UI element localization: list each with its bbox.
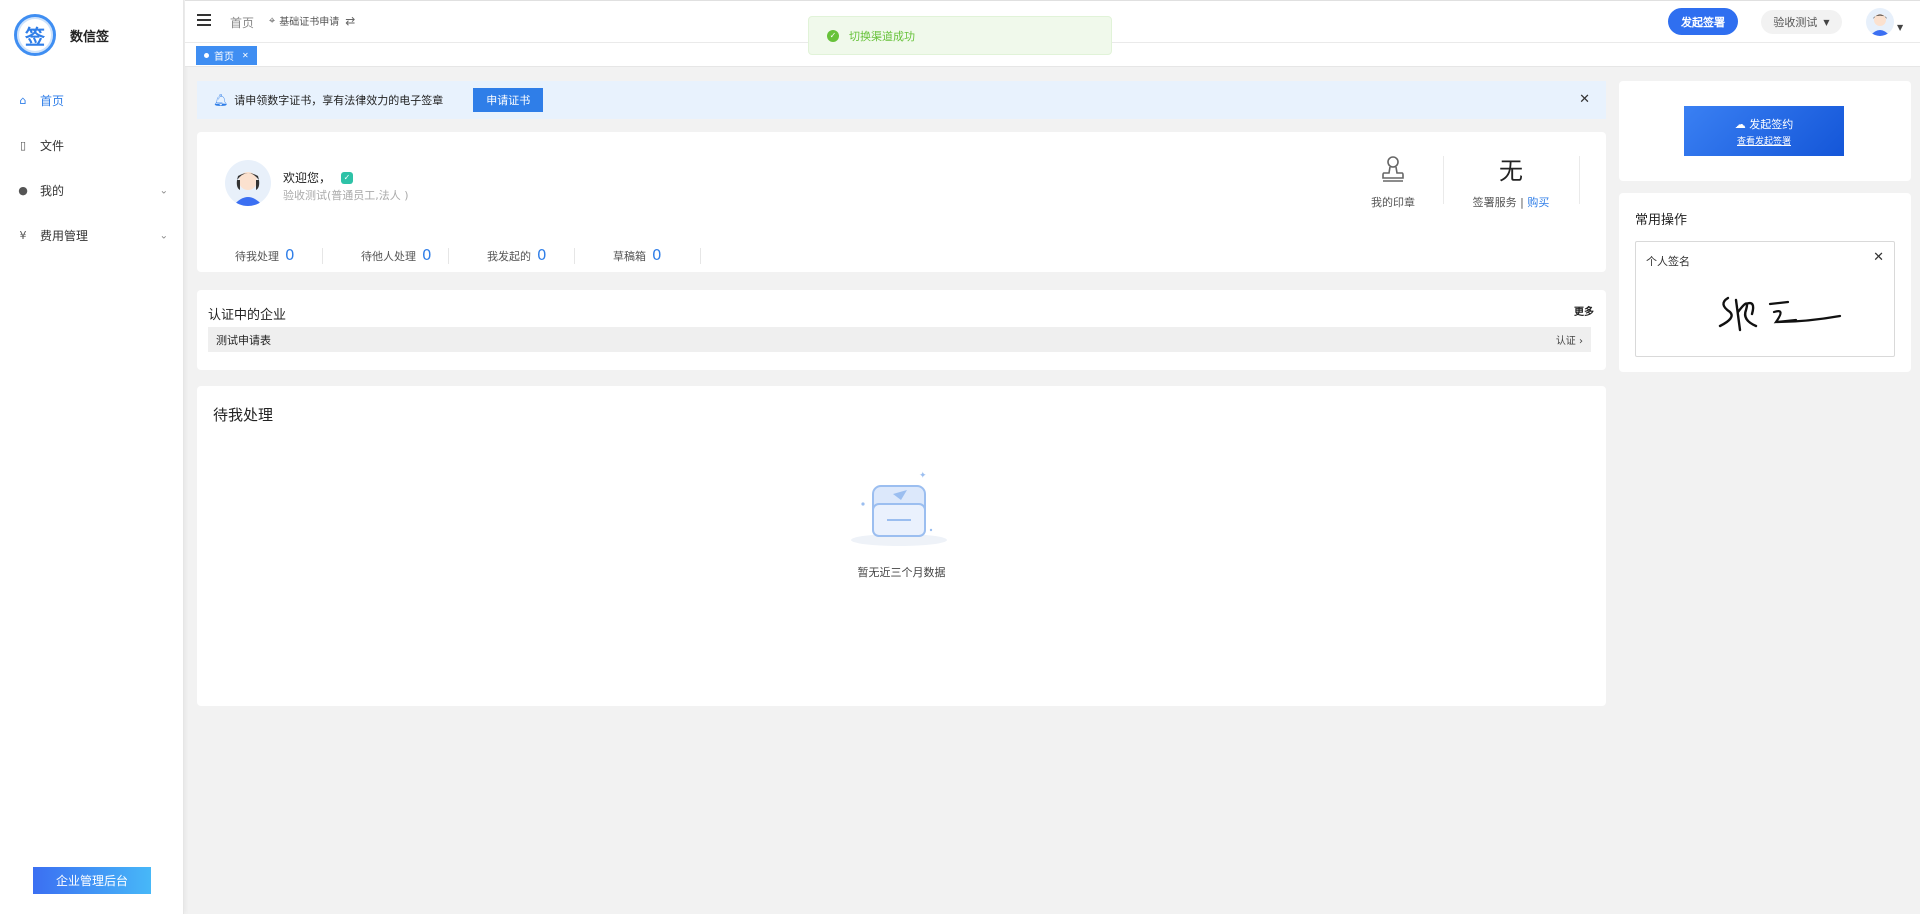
sidebar-item-label: 首页 bbox=[40, 94, 65, 108]
welcome-card: 欢迎您， ✓ 验收测试(普通员工,法人 ) 待我处理 0 待他人处理 0 我发起… bbox=[197, 132, 1606, 272]
logo-icon: 签 bbox=[14, 14, 56, 56]
location-label: 基础证书申请 bbox=[279, 17, 340, 28]
signature-label: 个人签名 bbox=[1646, 255, 1690, 268]
empty-state-illustration: ✦ bbox=[839, 464, 959, 554]
app-name: 数信签 bbox=[70, 29, 110, 45]
enterprise-row[interactable]: 测试申请表 认证 › bbox=[208, 327, 1591, 352]
launch-sign-button[interactable]: 发起签署 bbox=[1668, 8, 1738, 35]
common-ops-card: 常用操作 个人签名 ✕ bbox=[1619, 193, 1911, 372]
sidebar-item-label: 费用管理 bbox=[40, 229, 89, 243]
tab-label: 首页 bbox=[214, 52, 234, 63]
service-label: 签署服务 | bbox=[1472, 196, 1528, 209]
stats-row: 待我处理 0 待他人处理 0 我发起的 0 草稿箱 0 bbox=[197, 246, 701, 264]
apply-certificate-button[interactable]: 申请证书 bbox=[473, 88, 544, 112]
switch-icon[interactable]: ⇄ bbox=[345, 14, 355, 28]
user-dropdown[interactable]: 验收测试 ▼ bbox=[1761, 10, 1842, 34]
view-launched-link[interactable]: 查看发起签署 bbox=[1737, 134, 1791, 147]
sidebar-item-fees[interactable]: ¥ 费用管理 ⌄ bbox=[0, 213, 184, 258]
close-icon[interactable]: ✕ bbox=[1579, 92, 1590, 107]
menu-toggle-icon[interactable] bbox=[197, 14, 211, 26]
launch-contract-button[interactable]: ☁ 发起签约 查看发起签署 bbox=[1684, 106, 1844, 156]
sidebar: 签 数信签 ⌂ 首页 ▯ 文件 ● 我的 ⌄ ¥ 费用管理 ⌄ 企业管理后台 bbox=[0, 0, 184, 914]
home-icon: ⌂ bbox=[19, 94, 27, 107]
stat-initiated[interactable]: 我发起的 0 bbox=[449, 246, 575, 264]
breadcrumb-location[interactable]: ⌖ 基础证书申请 ⇄ bbox=[269, 13, 355, 29]
user-name: 验收测试 bbox=[1773, 16, 1818, 29]
stat-drafts[interactable]: 草稿箱 0 bbox=[575, 246, 701, 264]
sidebar-menu: ⌂ 首页 ▯ 文件 ● 我的 ⌄ ¥ 费用管理 ⌄ bbox=[0, 78, 184, 258]
greeting: 欢迎您， ✓ bbox=[283, 169, 354, 186]
file-icon: ▯ bbox=[19, 139, 27, 152]
service-value: 无 bbox=[1499, 157, 1523, 185]
todo-card: 待我处理 ✦ 暂无近三个月数据 bbox=[197, 386, 1606, 706]
signature-image bbox=[1718, 296, 1842, 332]
tab-home[interactable]: 首页 ✕ bbox=[196, 46, 257, 65]
sidebar-item-files[interactable]: ▯ 文件 bbox=[0, 123, 184, 168]
stat-pending-others[interactable]: 待他人处理 0 bbox=[323, 246, 449, 264]
user-role: 验收测试(普通员工,法人 ) bbox=[283, 189, 409, 202]
caret-down-icon[interactable]: ▼ bbox=[1897, 23, 1903, 32]
check-circle-icon: ✓ bbox=[827, 29, 839, 42]
avatar bbox=[225, 160, 271, 206]
ops-title: 常用操作 bbox=[1635, 213, 1688, 228]
toast-text: 切换渠道成功 bbox=[849, 29, 915, 43]
more-link[interactable]: 更多 bbox=[1574, 303, 1594, 318]
sidebar-item-mine[interactable]: ● 我的 ⌄ bbox=[0, 168, 184, 213]
bell-icon: 🔔︎ bbox=[213, 93, 229, 107]
close-icon[interactable]: ✕ bbox=[242, 51, 249, 60]
my-seal[interactable]: 我的印章 bbox=[1343, 154, 1443, 210]
enterprise-card: 认证中的企业 更多 测试申请表 认证 › bbox=[197, 290, 1606, 370]
certificate-notice: 🔔︎ 请申领数字证书，享有法律效力的电子签章 申请证书 ✕ bbox=[197, 81, 1606, 119]
enterprise-name: 测试申请表 bbox=[216, 333, 271, 347]
notice-text: 请申领数字证书，享有法律效力的电子签章 bbox=[234, 94, 444, 107]
sign-service: 无 签署服务 | 购买 bbox=[1453, 154, 1569, 210]
logo[interactable]: 签 数信签 bbox=[14, 14, 109, 56]
sidebar-item-label: 我的 bbox=[40, 184, 65, 198]
sidebar-item-label: 文件 bbox=[40, 139, 65, 153]
empty-state-text: 暂无近三个月数据 bbox=[857, 566, 946, 579]
user-icon: ● bbox=[18, 184, 28, 197]
avatar[interactable] bbox=[1866, 8, 1894, 36]
svg-text:✦: ✦ bbox=[919, 471, 927, 481]
launch-card: ☁ 发起签约 查看发起签署 bbox=[1619, 81, 1911, 181]
chevron-down-icon: ⌄ bbox=[159, 230, 168, 241]
location-pin-icon: ⌖ bbox=[269, 13, 276, 27]
enterprise-title: 认证中的企业 bbox=[208, 308, 287, 323]
certify-link[interactable]: 认证 › bbox=[1556, 332, 1583, 347]
launch-label: ☁ 发起签约 bbox=[1734, 117, 1794, 131]
verified-shield-icon: ✓ bbox=[341, 171, 354, 184]
sidebar-item-home[interactable]: ⌂ 首页 bbox=[0, 78, 184, 123]
yen-icon: ¥ bbox=[19, 229, 27, 242]
stat-pending-me[interactable]: 待我处理 0 bbox=[197, 246, 323, 264]
todo-title: 待我处理 bbox=[213, 406, 274, 424]
personal-signature[interactable]: 个人签名 ✕ bbox=[1635, 241, 1895, 357]
admin-console-button[interactable]: 企业管理后台 bbox=[33, 867, 151, 894]
close-icon[interactable]: ✕ bbox=[1873, 250, 1884, 265]
stamp-icon bbox=[1343, 154, 1443, 188]
success-toast: ✓ 切换渠道成功 bbox=[808, 16, 1112, 55]
buy-link[interactable]: 购买 bbox=[1527, 196, 1549, 209]
caret-down-icon: ▼ bbox=[1823, 17, 1830, 27]
chevron-down-icon: ⌄ bbox=[159, 185, 168, 196]
seal-label: 我的印章 bbox=[1371, 196, 1415, 209]
breadcrumb-home[interactable]: 首页 bbox=[230, 14, 254, 31]
